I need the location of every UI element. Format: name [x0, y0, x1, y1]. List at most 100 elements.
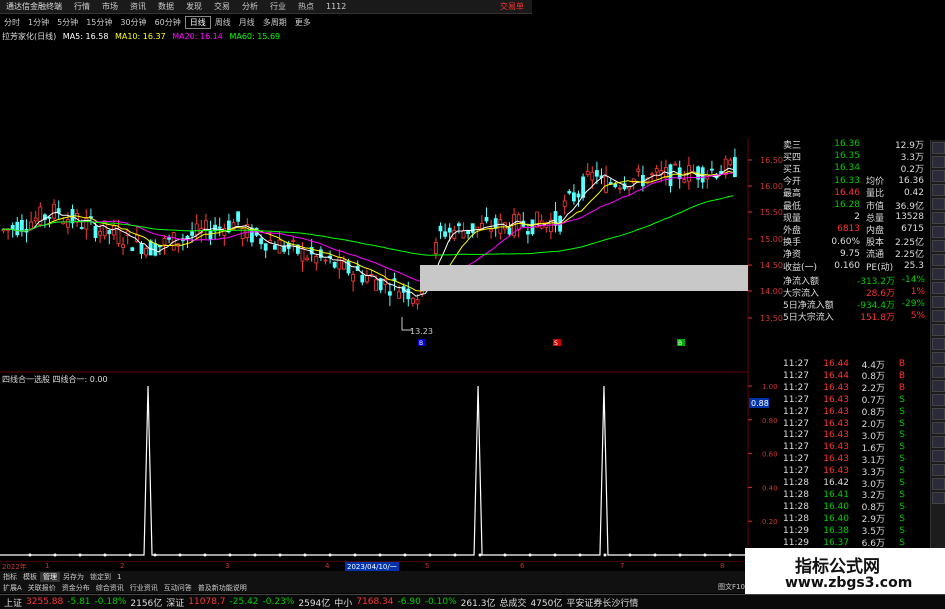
- side-btn-18[interactable]: [932, 380, 945, 392]
- side-btn-14[interactable]: [932, 324, 945, 336]
- info-value2: 36.9亿: [894, 201, 924, 212]
- candle-body: [213, 224, 218, 232]
- candle-body: [148, 240, 153, 256]
- candle-body: [410, 297, 415, 304]
- side-btn-10[interactable]: [932, 268, 945, 280]
- tick-price: 16.43: [823, 394, 849, 405]
- btn-save-as[interactable]: 另存为: [60, 572, 87, 582]
- indicator-zero-dot: [353, 553, 357, 557]
- tick-price: 16.43: [823, 466, 849, 477]
- side-btn-4[interactable]: [932, 184, 945, 196]
- candle-body: [595, 170, 599, 177]
- indicator-zero-dot: [428, 553, 432, 557]
- side-btn-17[interactable]: [932, 366, 945, 378]
- tick-price: 16.43: [823, 406, 849, 417]
- f10-label[interactable]: 图文F10: [718, 582, 745, 592]
- tick-price: 16.44: [823, 359, 849, 369]
- candle-body: [456, 223, 461, 227]
- side-btn-22[interactable]: [932, 436, 945, 448]
- candle-body: [364, 275, 369, 283]
- flow-pct: 5%: [910, 311, 925, 321]
- tab-industry-news[interactable]: 行业资讯: [127, 583, 161, 593]
- side-btn-16[interactable]: [932, 352, 945, 364]
- btn-manage[interactable]: 管理: [40, 571, 60, 582]
- tab-general-news[interactable]: 综合资讯: [93, 583, 127, 593]
- side-btn-20[interactable]: [932, 408, 945, 420]
- info-value: 6813: [837, 224, 860, 235]
- kline-y-tick: 16.00: [760, 182, 783, 191]
- side-btn-7[interactable]: [932, 226, 945, 238]
- side-btn-3[interactable]: [932, 170, 945, 182]
- candle-body: [167, 237, 172, 240]
- side-btn-26[interactable]: [932, 492, 945, 504]
- indicator-zero-dot: [53, 553, 57, 557]
- tick-time: 11:27: [783, 359, 809, 369]
- status-item: 总成交: [499, 598, 527, 609]
- indicator-zero-dot: [653, 553, 657, 557]
- btn-lock-to[interactable]: 锁定到: [87, 572, 114, 582]
- side-btn-13[interactable]: [932, 310, 945, 322]
- indicator-toolbar: 指标 模板 管理 另存为 锁定到 1: [0, 571, 745, 582]
- side-btn-24[interactable]: [932, 464, 945, 476]
- status-item: -0.18%: [94, 597, 127, 607]
- side-btn-19[interactable]: [932, 394, 945, 406]
- info-key2: 股本: [866, 238, 885, 249]
- side-btn-6[interactable]: [932, 212, 945, 224]
- date-label-8: 8: [720, 562, 725, 570]
- info-value: 0.60%: [831, 236, 860, 247]
- btn-template[interactable]: 模板: [20, 572, 40, 582]
- candle-body: [314, 255, 319, 264]
- info-value: 16.28: [834, 200, 860, 210]
- btn-1[interactable]: 1: [114, 573, 124, 581]
- info-value: 9.75: [839, 248, 860, 259]
- side-btn-12[interactable]: [932, 296, 945, 308]
- tick-row: 11:28 16.40 2.9万 S: [783, 513, 928, 526]
- tick-side: S: [899, 489, 905, 500]
- tab-fund-distribution[interactable]: 资金分布: [59, 583, 93, 593]
- candle-body: [489, 228, 494, 232]
- side-btn-1[interactable]: [932, 142, 945, 154]
- tick-price: 16.41: [823, 489, 849, 500]
- side-btn-25[interactable]: [932, 478, 945, 490]
- candle-body: [585, 170, 590, 176]
- tab-new-features[interactable]: 普及新功能说明: [195, 583, 250, 593]
- signal-marker-3-label: B: [678, 340, 682, 347]
- tick-row: 11:28 16.41 3.2万 S: [783, 489, 928, 502]
- date-label-5: 5: [425, 562, 430, 570]
- info-value2: 16.36: [898, 175, 924, 186]
- info-key: 最低: [783, 201, 802, 212]
- date-label-6: 6: [520, 562, 525, 570]
- candle-body: [277, 239, 282, 254]
- tick-row: 11:29 16.38 3.5万 S: [783, 525, 928, 538]
- candle-body: [728, 159, 733, 166]
- info-key2: 内盘: [866, 225, 885, 236]
- candle-body: [259, 238, 264, 245]
- candle-body: [406, 288, 411, 300]
- tab-qa[interactable]: 互动问答: [161, 583, 195, 593]
- tick-time: 11:28: [783, 501, 809, 512]
- tab-extension-a[interactable]: 扩展A: [0, 583, 25, 593]
- side-btn-5[interactable]: [932, 198, 945, 210]
- side-btn-11[interactable]: [932, 282, 945, 294]
- tab-related-quotes[interactable]: 关联报价: [25, 583, 59, 593]
- indicator-title[interactable]: 四线合一选股 四线合一: 0.00: [2, 374, 108, 385]
- candle-body: [493, 218, 498, 229]
- candle-body: [263, 243, 268, 251]
- flow-row: 5日大宗流入 151.8万 5%: [783, 310, 928, 323]
- indicator-y-tick: 0.40: [762, 484, 778, 492]
- side-btn-23[interactable]: [932, 450, 945, 462]
- side-btn-8[interactable]: [932, 240, 945, 252]
- side-btn-2[interactable]: [932, 156, 945, 168]
- candle-body: [47, 216, 52, 219]
- side-btn-21[interactable]: [932, 422, 945, 434]
- tick-time: 11:29: [783, 537, 809, 548]
- indicator-y-tick: 0.80: [762, 417, 778, 425]
- info-row: 卖三 16.36 12.9万: [783, 138, 928, 151]
- btn-indicator[interactable]: 指标: [0, 572, 20, 582]
- side-btn-9[interactable]: [932, 254, 945, 266]
- info-row: 买四 16.35 3.3万: [783, 150, 928, 163]
- candle-body: [139, 243, 144, 254]
- info-key: 净资: [783, 250, 802, 261]
- tick-price: 16.43: [823, 418, 849, 429]
- side-btn-15[interactable]: [932, 338, 945, 350]
